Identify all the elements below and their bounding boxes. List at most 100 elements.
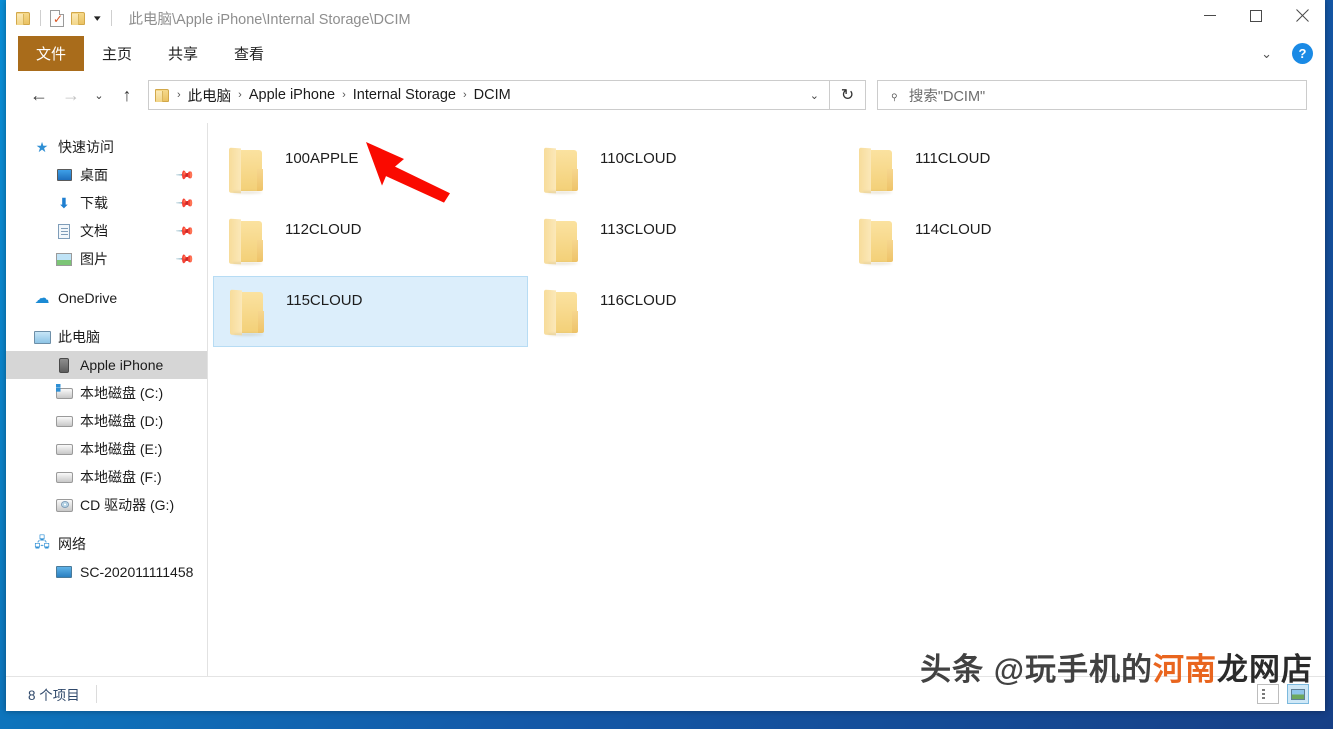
sidebar-item-network-pc[interactable]: SC-202011111458 xyxy=(6,558,207,586)
folder-item-114cloud[interactable]: 114CLOUD xyxy=(843,205,1158,276)
tab-view[interactable]: 查看 xyxy=(216,36,282,71)
folder-item-110cloud[interactable]: 110CLOUD xyxy=(528,134,843,205)
sidebar-item-cd-drive-g[interactable]: CD 驱动器 (G:) xyxy=(6,491,207,519)
thumbnails-view-icon[interactable] xyxy=(1287,684,1309,704)
forward-button[interactable]: → xyxy=(56,80,86,110)
search-input[interactable]: 搜索"DCIM" xyxy=(909,85,985,106)
address-history-caret-icon[interactable]: ⌄ xyxy=(800,89,829,102)
sidebar-item-label: Apple iPhone xyxy=(80,357,164,373)
sidebar-item-desktop[interactable]: 桌面 📌 xyxy=(6,161,207,189)
toolbar-divider xyxy=(40,10,41,26)
sidebar-item-drive-d[interactable]: 本地磁盘 (D:) xyxy=(6,407,207,435)
sidebar-item-label: 本地磁盘 (D:) xyxy=(80,413,164,429)
sidebar-item-label: 桌面 xyxy=(80,167,108,183)
title-bar: ✓ ▾ 此电脑\Apple iPhone\Internal Storage\DC… xyxy=(6,0,1325,36)
phone-icon xyxy=(54,357,74,373)
details-view-icon[interactable] xyxy=(1257,684,1279,704)
view-mode-buttons xyxy=(1257,684,1309,704)
properties-checkmark-icon[interactable]: ✓ xyxy=(50,9,64,27)
folder-label: 116CLOUD xyxy=(600,292,677,309)
customize-toolbar-caret-icon[interactable]: ▾ xyxy=(91,13,104,23)
up-button[interactable]: ↑ xyxy=(112,80,142,110)
sidebar-item-label: SC-202011111458 xyxy=(80,564,194,580)
pin-icon[interactable]: 📌 xyxy=(175,193,195,213)
download-icon: ⬇ xyxy=(58,194,70,211)
system-drive-icon xyxy=(54,383,74,399)
breadcrumb-item-internal-storage[interactable]: Internal Storage xyxy=(349,85,460,105)
window-title-path: 此电脑\Apple iPhone\Internal Storage\DCIM xyxy=(128,11,411,28)
file-list-pane[interactable]: 100APPLE 110CLOUD 111CLOUD 112CLOUD 113C… xyxy=(208,123,1325,677)
star-pin-icon: ★ xyxy=(35,138,49,155)
back-button[interactable]: ← xyxy=(24,80,54,110)
folder-item-116cloud[interactable]: 116CLOUD xyxy=(528,276,843,347)
pin-icon[interactable]: 📌 xyxy=(175,249,195,269)
breadcrumb-item-dcim[interactable]: DCIM xyxy=(470,85,515,105)
item-count-label: 8 个项目 xyxy=(28,688,80,703)
folder-item-113cloud[interactable]: 113CLOUD xyxy=(528,205,843,276)
maximize-button[interactable] xyxy=(1233,0,1279,31)
help-button[interactable]: ? xyxy=(1292,43,1313,64)
folder-icon xyxy=(859,218,893,265)
new-folder-icon[interactable] xyxy=(71,11,86,25)
drive-icon xyxy=(54,443,74,455)
address-bar[interactable]: › 此电脑 › Apple iPhone › Internal Storage … xyxy=(148,80,830,110)
folder-item-111cloud[interactable]: 111CLOUD xyxy=(843,134,1158,205)
pin-icon[interactable]: 📌 xyxy=(175,165,195,185)
folder-item-115cloud[interactable]: 115CLOUD xyxy=(213,276,528,347)
explorer-body: ★ 快速访问 桌面 📌 ⬇ 下载 📌 文档 📌 图片 📌 ☁ OneDrive … xyxy=(6,123,1325,677)
sidebar-item-label: 文档 xyxy=(80,223,108,239)
sidebar-item-documents[interactable]: 文档 📌 xyxy=(6,217,207,245)
sidebar-item-drive-e[interactable]: 本地磁盘 (E:) xyxy=(6,435,207,463)
status-divider xyxy=(95,685,97,703)
folder-item-100apple[interactable]: 100APPLE xyxy=(213,134,528,205)
sidebar-item-this-pc[interactable]: 此电脑 xyxy=(6,323,207,351)
documents-icon xyxy=(54,223,74,239)
sidebar-group-gap-3 xyxy=(6,519,207,530)
breadcrumb-item-apple-iphone[interactable]: Apple iPhone xyxy=(245,85,339,105)
recent-locations-caret-icon[interactable]: ⌄ xyxy=(88,80,110,110)
close-button[interactable] xyxy=(1279,0,1325,31)
minimize-button[interactable] xyxy=(1187,0,1233,31)
sidebar-item-pictures[interactable]: 图片 📌 xyxy=(6,245,207,273)
sidebar-item-label: 本地磁盘 (C:) xyxy=(80,385,164,401)
sidebar-item-label: 网络 xyxy=(58,536,86,552)
tab-file[interactable]: 文件 xyxy=(18,36,85,71)
folder-grid: 100APPLE 110CLOUD 111CLOUD 112CLOUD 113C… xyxy=(208,134,1325,347)
drive-icon xyxy=(54,415,74,427)
cloud-icon: ☁ xyxy=(34,290,50,307)
sidebar-group-gap-2 xyxy=(6,312,207,323)
tab-share[interactable]: 共享 xyxy=(150,36,216,71)
sidebar-item-drive-f[interactable]: 本地磁盘 (F:) xyxy=(6,463,207,491)
folder-icon[interactable] xyxy=(16,11,31,25)
breadcrumb-separator-1[interactable]: › xyxy=(235,89,245,101)
pin-icon[interactable]: 📌 xyxy=(175,221,195,241)
address-folder-icon xyxy=(155,88,170,102)
sidebar-item-drive-c[interactable]: 本地磁盘 (C:) xyxy=(6,379,207,407)
network-pc-icon xyxy=(54,566,74,578)
breadcrumb-item-this-pc[interactable]: 此电脑 xyxy=(184,83,236,108)
refresh-button[interactable]: ↻ xyxy=(830,80,866,110)
breadcrumb-separator-3[interactable]: › xyxy=(460,89,470,101)
sidebar-item-apple-iphone[interactable]: Apple iPhone xyxy=(6,351,207,379)
folder-label: 111CLOUD xyxy=(915,150,991,167)
folder-label: 113CLOUD xyxy=(600,221,677,238)
ribbon-tabs: 文件 主页 共享 查看 xyxy=(6,36,1325,71)
toolbar-divider-2 xyxy=(110,10,112,26)
navigation-pane[interactable]: ★ 快速访问 桌面 📌 ⬇ 下载 📌 文档 📌 图片 📌 ☁ OneDrive … xyxy=(6,123,208,677)
folder-item-112cloud[interactable]: 112CLOUD xyxy=(213,205,528,276)
sidebar-item-network[interactable]: 🖧 网络 xyxy=(6,530,207,558)
sidebar-item-downloads[interactable]: ⬇ 下载 📌 xyxy=(6,189,207,217)
breadcrumb-separator-2[interactable]: › xyxy=(339,89,349,101)
tab-home[interactable]: 主页 xyxy=(84,36,150,71)
file-explorer-window: ✓ ▾ 此电脑\Apple iPhone\Internal Storage\DC… xyxy=(6,0,1325,711)
sidebar-item-label: 此电脑 xyxy=(58,329,100,345)
close-icon xyxy=(1295,9,1309,23)
chevron-down-icon[interactable]: ⌄ xyxy=(1253,42,1280,66)
cd-drive-icon xyxy=(54,498,74,512)
sidebar-item-onedrive[interactable]: ☁ OneDrive xyxy=(6,284,207,312)
search-box[interactable]: ⌕ 搜索"DCIM" xyxy=(877,80,1307,110)
navigation-buttons: ← → ⌄ ↑ xyxy=(6,71,142,119)
folder-icon xyxy=(544,218,578,265)
folder-icon xyxy=(229,147,263,194)
sidebar-item-quick-access[interactable]: ★ 快速访问 xyxy=(6,133,207,161)
